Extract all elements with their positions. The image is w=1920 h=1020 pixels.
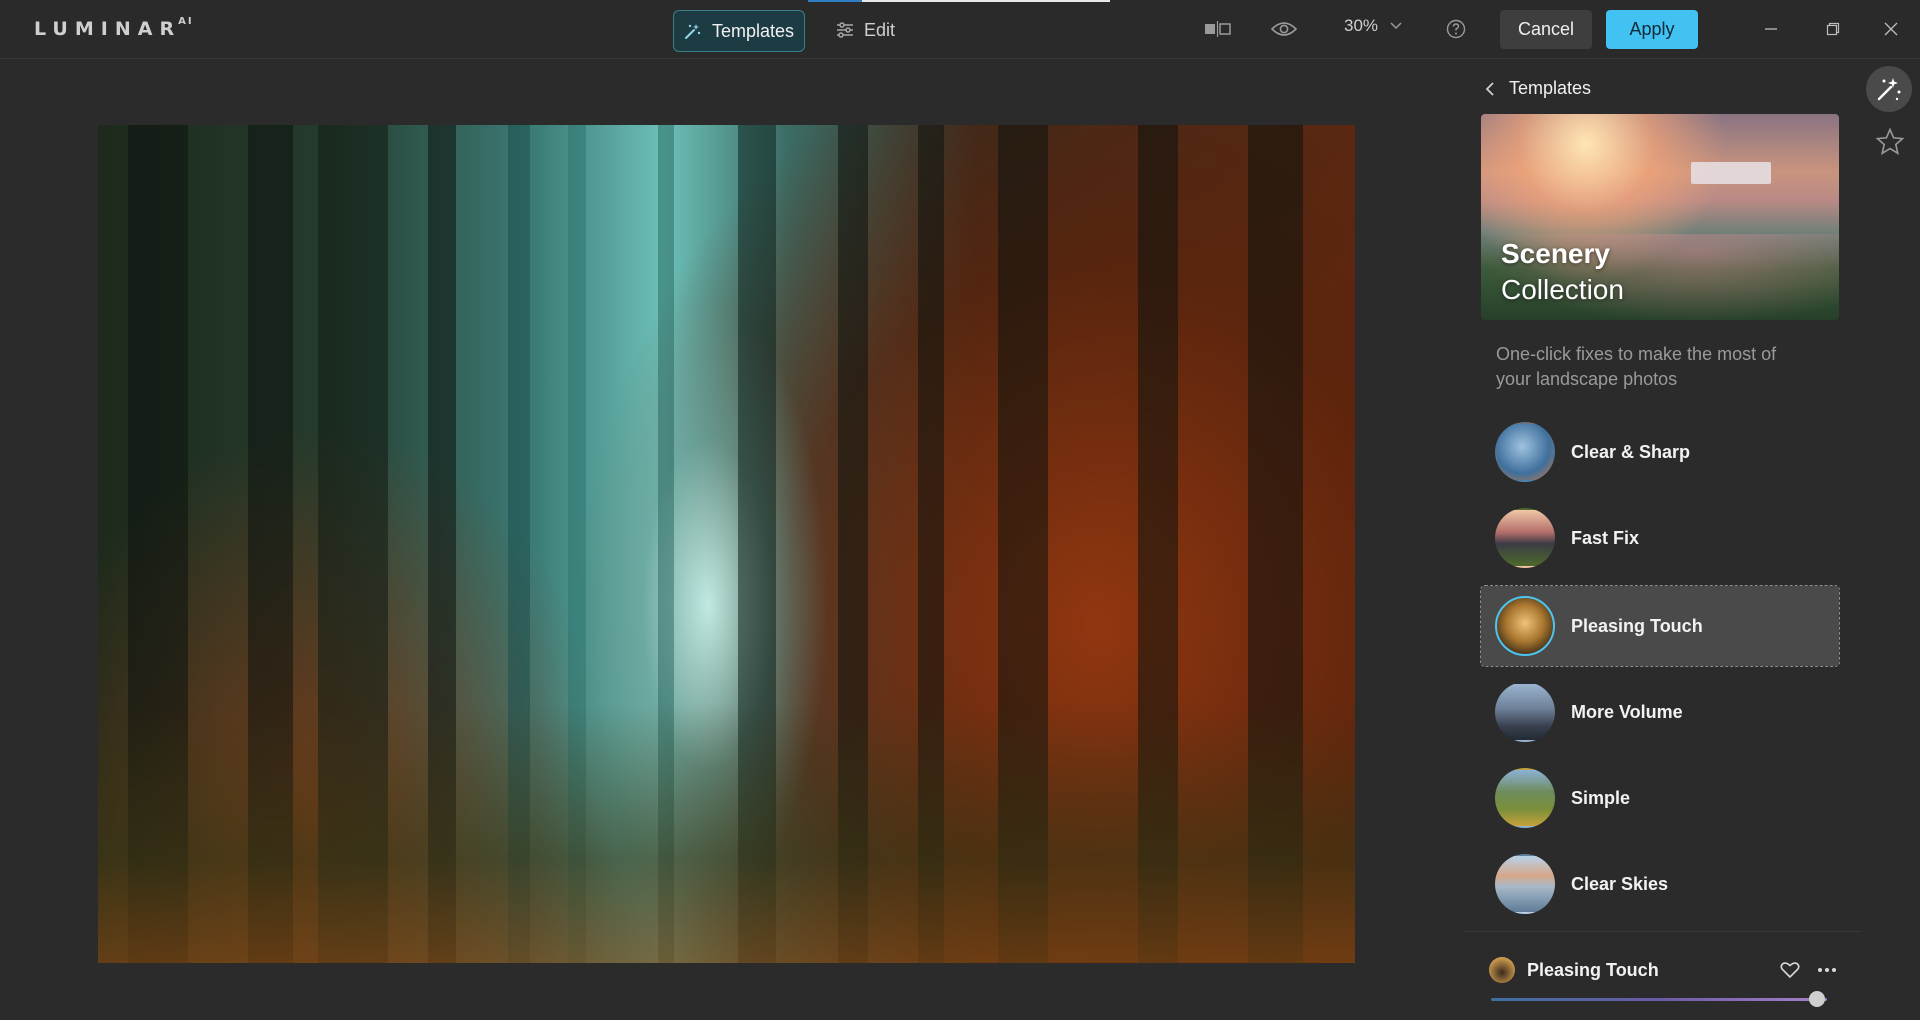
magic-wand-icon (1877, 78, 1901, 101)
zoom-value: 30% (1344, 16, 1379, 35)
template-label: More Volume (1571, 701, 1683, 722)
magic-sparkle-icon (684, 24, 701, 39)
star-icon (1875, 127, 1905, 155)
back-to-templates-button[interactable]: Templates (1485, 78, 1591, 99)
active-template-label: Pleasing Touch (1527, 959, 1659, 980)
zoom-select[interactable]: 30% (1344, 16, 1402, 36)
close-icon (1884, 22, 1898, 36)
tab-edit[interactable]: Edit (836, 10, 895, 50)
sliders-icon (837, 22, 853, 38)
template-item-pleasing-touch[interactable]: Pleasing Touch (1480, 585, 1840, 667)
minimize-button[interactable] (1756, 14, 1786, 44)
help-circle-icon (1446, 19, 1466, 39)
chevron-down-icon (1390, 22, 1402, 30)
slider-handle[interactable] (1808, 991, 1825, 1007)
template-thumbnail (1495, 422, 1555, 482)
template-item-fast-fix[interactable]: Fast Fix (1481, 498, 1839, 578)
template-item-clear-skies[interactable]: Clear Skies (1481, 844, 1839, 924)
tab-label: Edit (864, 19, 896, 40)
restore-window-icon (1826, 22, 1840, 36)
favorite-button[interactable] (1779, 959, 1801, 981)
template-item-clear-sharp[interactable]: Clear & Sharp (1481, 412, 1839, 492)
eye-icon (1271, 22, 1297, 36)
top-bar: LUMINARAI Templates Edit 30% Cancel Appl… (0, 0, 1920, 59)
tab-label: Templates (711, 20, 795, 41)
photo-canvas[interactable] (98, 125, 1355, 963)
favorites-rail-button[interactable] (1872, 124, 1908, 160)
compare-button[interactable] (1200, 16, 1236, 42)
template-amount-slider[interactable] (1491, 991, 1827, 1007)
chevron-left-icon (1485, 81, 1494, 96)
template-item-simple[interactable]: Simple (1481, 758, 1839, 838)
template-thumbnail (1495, 682, 1555, 742)
active-template-row: Pleasing Touch (1489, 954, 1839, 986)
template-label: Clear & Sharp (1571, 441, 1691, 462)
template-thumbnail (1495, 508, 1555, 568)
compare-split-icon (1205, 21, 1231, 37)
cancel-button[interactable]: Cancel (1500, 10, 1592, 49)
preview-toggle-button[interactable] (1268, 16, 1300, 42)
help-button[interactable] (1442, 16, 1470, 42)
restore-button[interactable] (1818, 14, 1848, 44)
template-label: Clear Skies (1571, 873, 1669, 894)
template-thumbnail (1495, 768, 1555, 828)
panel-title: Templates (1509, 78, 1592, 98)
active-template-thumbnail (1489, 957, 1515, 983)
collection-title: Scenery Collection (1501, 238, 1624, 305)
tab-templates[interactable]: Templates (673, 10, 805, 52)
loading-progress-bar (808, 0, 1110, 2)
templates-panel: Templates Scenery Collection One-click f… (1465, 58, 1860, 1020)
template-label: Simple (1571, 787, 1631, 808)
template-label: Pleasing Touch (1571, 615, 1703, 636)
template-label: Fast Fix (1571, 527, 1640, 548)
app-logo: LUMINARAI (34, 16, 194, 40)
panel-divider (1465, 931, 1860, 932)
template-item-more-volume[interactable]: More Volume (1481, 672, 1839, 752)
more-options-button[interactable] (1815, 959, 1839, 981)
apply-button[interactable]: Apply (1606, 10, 1698, 49)
heart-icon (1780, 962, 1800, 979)
collection-hero-image: Scenery Collection (1481, 114, 1839, 320)
minimize-icon (1765, 28, 1777, 30)
template-thumbnail (1495, 596, 1555, 656)
more-horizontal-icon (1818, 968, 1836, 972)
templates-rail-button[interactable] (1866, 66, 1912, 112)
template-thumbnail (1495, 854, 1555, 914)
close-window-button[interactable] (1876, 14, 1906, 44)
collection-description: One-click fixes to make the most of your… (1496, 344, 1777, 389)
